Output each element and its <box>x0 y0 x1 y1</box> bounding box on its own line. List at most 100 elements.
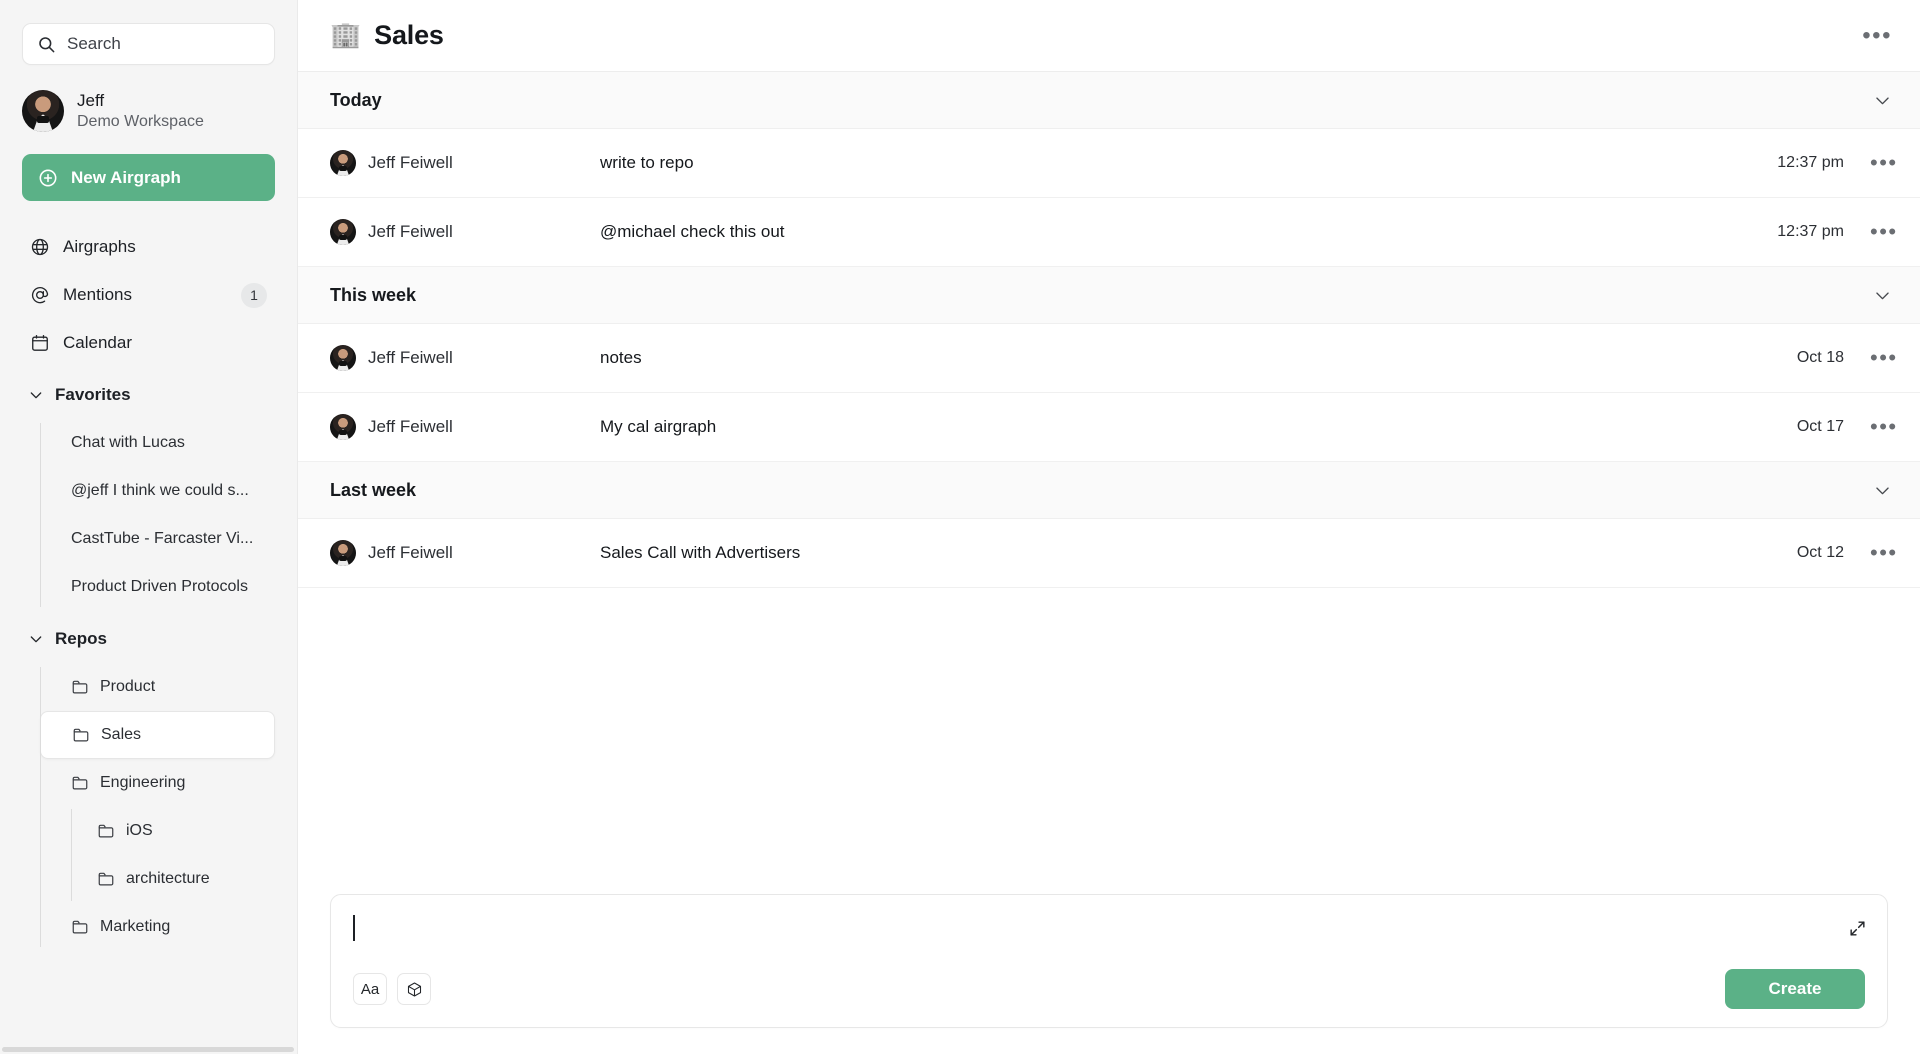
avatar <box>330 150 356 176</box>
favorite-label: CastTube - Farcaster Vi... <box>71 530 254 547</box>
row-menu-button[interactable]: ••• <box>1870 152 1896 174</box>
sidebar-item-marketing[interactable]: Marketing <box>40 903 275 951</box>
row-user-name: Jeff Feiwell <box>368 153 453 172</box>
list-item[interactable]: CastTube - Farcaster Vi... <box>40 515 275 563</box>
sidebar-item-calendar[interactable]: Calendar <box>22 319 275 367</box>
folder-icon <box>71 918 89 936</box>
table-row[interactable]: Jeff Feiwell My cal airgraph Oct 17 ••• <box>298 393 1920 462</box>
row-user-name: Jeff Feiwell <box>368 543 453 562</box>
profile-name: Jeff <box>77 91 105 111</box>
section-header-today[interactable]: Today <box>298 72 1920 129</box>
format-text-label: Aa <box>360 980 380 998</box>
sidebar-item-sales[interactable]: Sales <box>40 711 275 759</box>
table-row[interactable]: Jeff Feiwell write to repo 12:37 pm ••• <box>298 129 1920 198</box>
avatar <box>330 219 356 245</box>
row-user: Jeff Feiwell <box>330 540 600 566</box>
sidebar-item-product[interactable]: Product <box>40 663 275 711</box>
favorites-header[interactable]: Favorites <box>22 371 275 419</box>
sidebar-item-engineering[interactable]: Engineering <box>40 759 275 807</box>
row-user: Jeff Feiwell <box>330 219 600 245</box>
office-building-icon: 🏢 <box>330 21 362 49</box>
row-timestamp: 12:37 pm <box>1777 154 1844 171</box>
folder-icon <box>72 726 90 744</box>
sidebar-item-label: Calendar <box>63 333 132 352</box>
row-title: write to repo <box>600 153 694 172</box>
avatar <box>22 90 64 132</box>
row-timestamp: Oct 18 <box>1796 349 1844 366</box>
row-user: Jeff Feiwell <box>330 414 600 440</box>
at-sign-icon <box>30 285 50 305</box>
sidebar: Search Jeff Demo Workspace New Airgraph <box>0 0 298 1054</box>
page-title: Sales <box>374 20 444 50</box>
avatar <box>330 345 356 371</box>
sidebar-item-label: Mentions <box>63 285 132 304</box>
folder-icon <box>71 678 89 696</box>
chevron-down-icon <box>28 387 44 403</box>
section-label: Today <box>330 89 382 110</box>
sidebar-item-mentions[interactable]: Mentions 1 <box>22 271 275 319</box>
text-caret <box>353 915 355 941</box>
repos-list: Product Sales Engineering iOS architectu… <box>40 663 297 951</box>
search-input[interactable]: Search <box>22 23 275 65</box>
chevron-down-icon[interactable] <box>1873 286 1892 305</box>
folder-icon <box>97 870 115 888</box>
favorite-label: @jeff I think we could s... <box>71 482 249 499</box>
globe-icon <box>30 237 50 257</box>
sidebar-item-airgraphs[interactable]: Airgraphs <box>22 223 275 271</box>
cube-block-button[interactable] <box>397 973 431 1005</box>
list-item[interactable]: Chat with Lucas <box>40 419 275 467</box>
table-row[interactable]: Jeff Feiwell @michael check this out 12:… <box>298 198 1920 267</box>
chevron-down-icon <box>28 631 44 647</box>
search-placeholder: Search <box>67 34 121 53</box>
new-airgraph-button[interactable]: New Airgraph <box>22 154 275 201</box>
row-menu-button[interactable]: ••• <box>1870 416 1896 438</box>
table-row[interactable]: Jeff Feiwell notes Oct 18 ••• <box>298 324 1920 393</box>
favorites-label: Favorites <box>55 385 131 404</box>
repo-label: Engineering <box>100 774 186 791</box>
page-header: 🏢 Sales ••• <box>298 0 1920 72</box>
plus-circle-icon <box>38 168 58 188</box>
repos-header[interactable]: Repos <box>22 615 275 663</box>
chevron-down-icon[interactable] <box>1873 481 1892 500</box>
repos-label: Repos <box>55 629 107 648</box>
row-timestamp: Oct 12 <box>1796 544 1844 561</box>
workspace-profile[interactable]: Jeff Demo Workspace <box>22 90 275 132</box>
app-root: Search Jeff Demo Workspace New Airgraph <box>0 0 1920 1054</box>
section-label: Last week <box>330 479 417 500</box>
row-title: My cal airgraph <box>600 417 717 436</box>
airgraph-list: Today Jeff Feiwell write to repo 12:37 p… <box>298 72 1920 894</box>
engineering-children: iOS architecture <box>71 807 297 903</box>
row-menu-button[interactable]: ••• <box>1870 221 1896 243</box>
sidebar-scrollbar[interactable] <box>2 1047 294 1052</box>
row-user-name: Jeff Feiwell <box>368 417 453 436</box>
repo-label: Marketing <box>100 918 171 935</box>
section-header-this-week[interactable]: This week <box>298 267 1920 324</box>
format-text-button[interactable]: Aa <box>353 973 387 1005</box>
table-row[interactable]: Jeff Feiwell Sales Call with Advertisers… <box>298 519 1920 588</box>
folder-icon <box>97 822 115 840</box>
create-button[interactable]: Create <box>1725 969 1865 1009</box>
new-airgraph-label: New Airgraph <box>71 167 181 187</box>
favorite-label: Chat with Lucas <box>71 434 185 451</box>
row-menu-button[interactable]: ••• <box>1870 347 1896 369</box>
composer-area: Aa Create <box>298 894 1920 1054</box>
composer-input[interactable] <box>353 915 1865 961</box>
composer[interactable]: Aa Create <box>330 894 1888 1028</box>
row-menu-button[interactable]: ••• <box>1870 542 1896 564</box>
chevron-down-icon[interactable] <box>1873 91 1892 110</box>
composer-toolbar: Aa Create <box>353 969 1865 1009</box>
section-header-last-week[interactable]: Last week <box>298 462 1920 519</box>
row-user-name: Jeff Feiwell <box>368 348 453 367</box>
favorites-list: Chat with Lucas @jeff I think we could s… <box>40 419 297 611</box>
page-menu-button[interactable]: ••• <box>1860 18 1894 54</box>
sidebar-item-ios[interactable]: iOS <box>71 807 275 855</box>
repo-label: architecture <box>126 870 210 887</box>
search-icon <box>37 35 56 54</box>
repo-label: iOS <box>126 822 153 839</box>
list-item[interactable]: Product Driven Protocols <box>40 563 275 611</box>
expand-arrows-icon[interactable] <box>1848 919 1867 943</box>
favorite-label: Product Driven Protocols <box>71 578 248 595</box>
sidebar-item-architecture[interactable]: architecture <box>71 855 275 903</box>
list-item[interactable]: @jeff I think we could s... <box>40 467 275 515</box>
create-label: Create <box>1768 979 1822 998</box>
